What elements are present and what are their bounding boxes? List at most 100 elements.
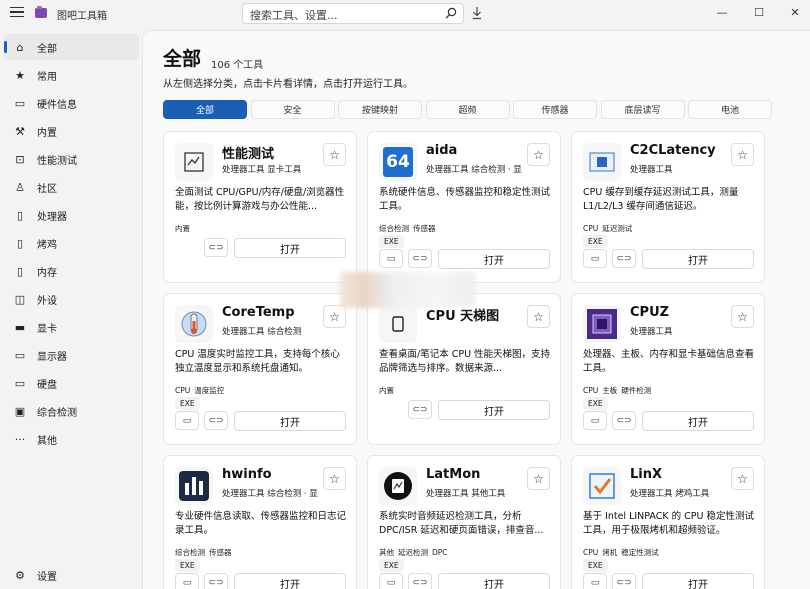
comment-button[interactable]: ▭ — [583, 573, 607, 589]
open-button[interactable]: 打开 — [234, 238, 346, 258]
tag: DPC — [432, 548, 448, 557]
favorite-button[interactable]: ☆ — [323, 467, 346, 490]
open-button[interactable]: 打开 — [438, 573, 550, 589]
sidebar-item-3[interactable]: ⚒ 内置 — [4, 118, 139, 144]
c2c-icon — [583, 143, 621, 181]
filter-tab-6[interactable]: 电池 — [688, 100, 772, 119]
favorite-button[interactable]: ☆ — [323, 143, 346, 166]
sidebar-item-13[interactable]: ▣ 综合检测 — [4, 398, 139, 424]
tool-card[interactable]: 64 aida 处理器工具 综合检测 · 显 ☆ 系统硬件信息、传感器监控和稳定性测试工… — [367, 131, 561, 283]
link-button[interactable]: ⊂⊃ — [408, 400, 432, 419]
link-button[interactable]: ⊂⊃ — [612, 411, 636, 430]
comment-button[interactable]: ▭ — [175, 411, 199, 430]
tool-card[interactable]: LatMon 处理器工具 其他工具 ☆ 系统实时音频延迟检测工具，分析 DPC/ISR… — [367, 455, 561, 589]
filter-tab-3[interactable]: 超频 — [425, 100, 510, 119]
sidebar-item-11[interactable]: ▭ 显示器 — [4, 342, 139, 368]
open-button[interactable]: 打开 — [438, 249, 550, 269]
sidebar-item-1[interactable]: ★ 常用 — [4, 62, 139, 88]
sidebar-item-5[interactable]: ♙ 社区 — [4, 174, 139, 200]
tool-card[interactable]: CPUZ 处理器工具 ☆ 处理器、主板、内存和显卡基础信息查看工具。 CPU 主板 硬件检测… — [571, 293, 765, 445]
card-tags: CPU 烤机 稳定性测试 — [583, 547, 663, 558]
link-icon: ⊂⊃ — [616, 577, 632, 588]
open-button[interactable]: 打开 — [438, 400, 550, 420]
sidebar-item-label: 处理器 — [37, 211, 67, 223]
favorite-button[interactable]: ☆ — [527, 467, 550, 490]
favorite-button[interactable]: ☆ — [323, 305, 346, 328]
comment-button[interactable]: ▭ — [175, 573, 199, 589]
tag: 延迟检测 — [398, 548, 428, 557]
filter-tab-0[interactable]: 全部 — [163, 100, 247, 119]
open-button[interactable]: 打开 — [234, 573, 346, 589]
sidebar-item-14[interactable]: ··· 其他 — [4, 426, 139, 452]
sidebar-item-10[interactable]: ▬ 显卡 — [4, 314, 139, 340]
tag: 综合检测 — [175, 548, 205, 557]
sidebar-item-label: 社区 — [37, 183, 57, 195]
tool-card[interactable]: C2CLatency 处理器工具 ☆ CPU 缓存到缓存延迟测试工具，测量 L1/L2… — [571, 131, 765, 283]
link-button[interactable]: ⊂⊃ — [612, 249, 636, 268]
link-button[interactable]: ⊂⊃ — [408, 573, 432, 589]
open-button[interactable]: 打开 — [642, 573, 754, 589]
favorite-button[interactable]: ☆ — [731, 305, 754, 328]
chart-tool-icon — [175, 143, 213, 181]
open-button[interactable]: 打开 — [234, 411, 346, 431]
link-button[interactable]: ⊂⊃ — [204, 573, 228, 589]
link-button[interactable]: ⊂⊃ — [204, 238, 228, 257]
card-title: CoreTemp — [222, 305, 295, 320]
cpuz-icon — [583, 305, 621, 343]
more-icon: ··· — [14, 432, 26, 446]
link-button[interactable]: ⊂⊃ — [408, 249, 432, 268]
tool-card[interactable]: CoreTemp 处理器工具 综合检测 ☆ CPU 温度实时监控工具，支持每个核心独立… — [163, 293, 357, 445]
search-icon[interactable] — [445, 7, 457, 19]
favorite-button[interactable]: ☆ — [731, 467, 754, 490]
card-description: 全面测试 CPU/GPU/内存/硬盘/浏览器性能，按比例计算游戏与办公性能... — [175, 187, 345, 212]
sidebar-item-12[interactable]: ▭ 硬盘 — [4, 370, 139, 396]
tool-card[interactable]: hwinfo 处理器工具 综合检测 · 显 ☆ 专业硬件信息读取、传感器监控和日志记录… — [163, 455, 357, 589]
card-categories: 处理器工具 — [630, 165, 673, 175]
favorite-button[interactable]: ☆ — [527, 305, 550, 328]
sidebar-item-4[interactable]: ⊡ 性能测试 — [4, 146, 139, 172]
download-icon[interactable] — [471, 6, 483, 20]
filter-tab-5[interactable]: 底层读写 — [600, 100, 685, 119]
comment-icon: ▭ — [182, 415, 192, 426]
sidebar-item-9[interactable]: ◫ 外设 — [4, 286, 139, 312]
sidebar-item-6[interactable]: ▯ 处理器 — [4, 202, 139, 228]
tag: 其他 — [379, 548, 394, 557]
sidebar-item-8[interactable]: ▯ 内存 — [4, 258, 139, 284]
tool-card[interactable]: CPU 天梯图 ☆ 查看桌面/笔记本 CPU 性能天梯图，支持品牌筛选与排序。数据来… — [367, 293, 561, 445]
link-button[interactable]: ⊂⊃ — [204, 411, 228, 430]
link-button[interactable]: ⊂⊃ — [612, 573, 636, 589]
open-button[interactable]: 打开 — [642, 249, 754, 269]
linx-icon — [583, 467, 621, 505]
comment-button[interactable]: ▭ — [379, 573, 403, 589]
sidebar-item-label: 性能测试 — [37, 155, 77, 167]
star-outline-icon: ☆ — [329, 147, 340, 162]
search-input[interactable]: 搜索工具、设置... — [250, 7, 338, 23]
close-button[interactable]: ✕ — [787, 5, 803, 19]
favorite-button[interactable]: ☆ — [731, 143, 754, 166]
link-icon: ⊂⊃ — [208, 577, 224, 588]
exe-badge: EXE — [583, 235, 608, 248]
maximize-button[interactable]: ☐ — [751, 5, 767, 19]
comment-button[interactable]: ▭ — [583, 249, 607, 268]
filter-tab-4[interactable]: 传感器 — [513, 100, 597, 119]
sidebar-item-2[interactable]: ▭ 硬件信息 — [4, 90, 139, 116]
filter-tab-2[interactable]: 按键映射 — [338, 100, 422, 119]
tag: CPU — [583, 386, 599, 395]
comment-button[interactable]: ▭ — [379, 249, 403, 268]
sidebar-item-0[interactable]: ⌂ 全部 — [4, 34, 139, 60]
tag: CPU — [175, 386, 191, 395]
favorite-button[interactable]: ☆ — [527, 143, 550, 166]
filter-tab-1[interactable]: 安全 — [250, 100, 335, 119]
card-categories: 处理器工具 其他工具 — [426, 489, 506, 499]
tool-card[interactable]: 性能测试 处理器工具 显卡工具 ☆ 全面测试 CPU/GPU/内存/硬盘/浏览器性能，… — [163, 131, 357, 283]
open-button[interactable]: 打开 — [642, 411, 754, 431]
comment-button[interactable]: ▭ — [583, 411, 607, 430]
search-box[interactable]: 搜索工具、设置... — [242, 3, 464, 24]
minimize-button[interactable]: — — [714, 5, 730, 19]
tag: CPU — [583, 548, 599, 557]
menu-icon[interactable] — [10, 7, 24, 19]
diagnostic-icon: ▣ — [14, 404, 26, 418]
tool-card[interactable]: LinX 处理器工具 烤鸡工具 ☆ 基于 Intel LINPACK 的 CPU 稳定… — [571, 455, 765, 589]
sidebar-item-settings[interactable]: ⚙ 设置 — [4, 562, 139, 588]
sidebar-item-7[interactable]: ▯ 烤鸡 — [4, 230, 139, 256]
